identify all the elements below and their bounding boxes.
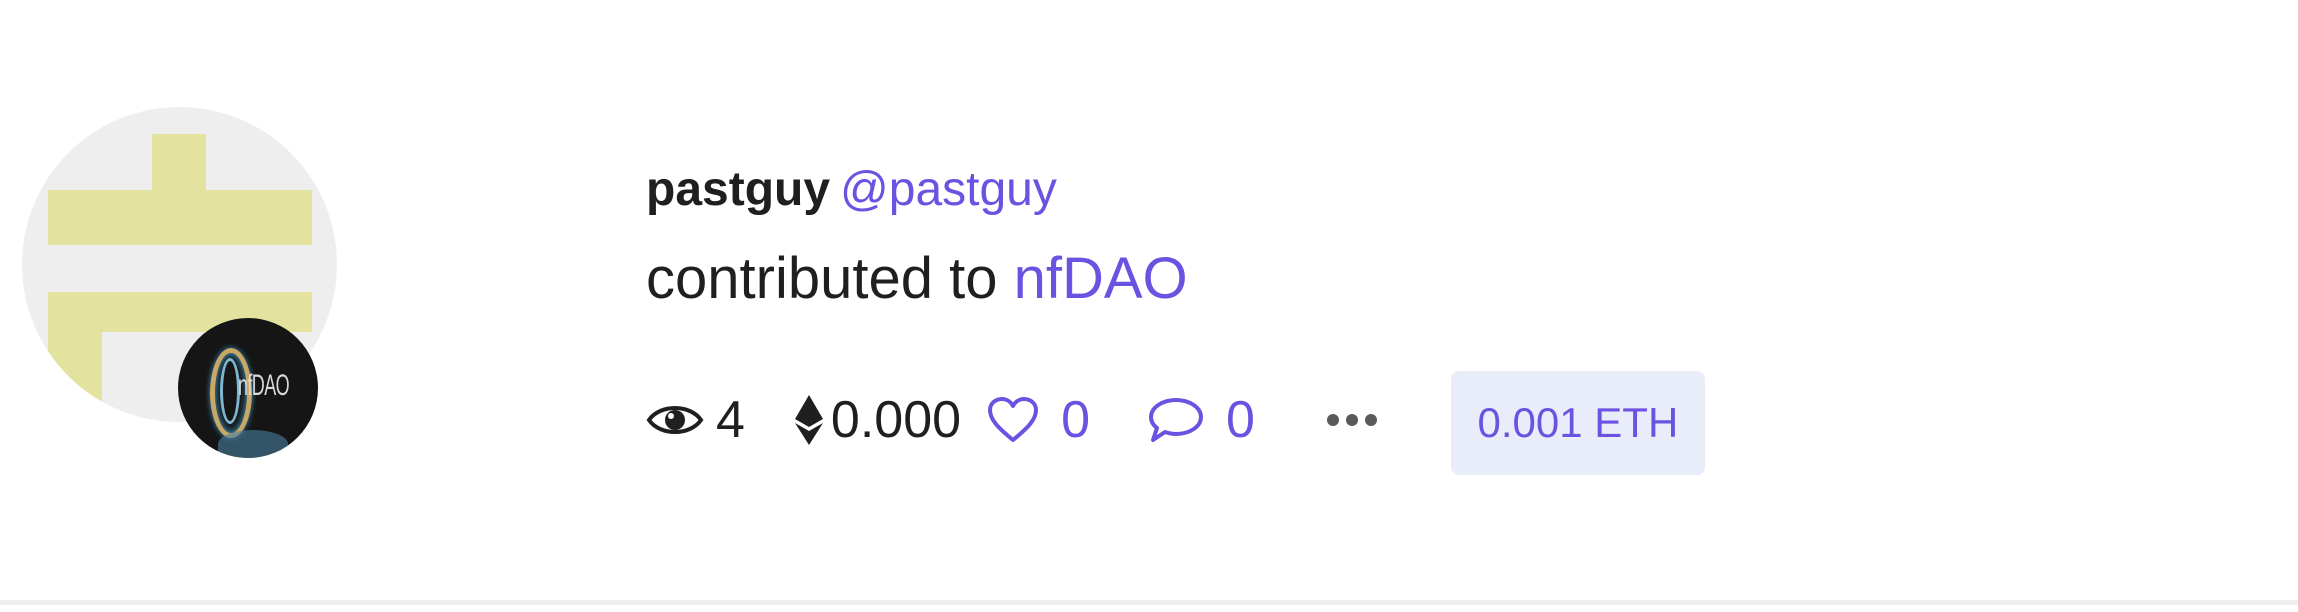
views-count: 4	[716, 391, 745, 449]
user-handle-link[interactable]: @pastguy	[840, 163, 1057, 216]
likes-count: 0	[1061, 391, 1090, 449]
target-project-link[interactable]: nfDAO	[1014, 246, 1188, 311]
user-line: pastguy @pastguy	[646, 160, 1057, 220]
speech-bubble-icon	[1148, 398, 1203, 442]
ethereum-icon	[794, 395, 823, 445]
badge-logo-text: nfDAO	[238, 369, 290, 402]
divider	[0, 600, 2298, 605]
views-stat: 4	[646, 384, 745, 456]
activity-description: contributed to nfDAO	[646, 244, 1188, 314]
project-badge-avatar[interactable]: nfDAO	[178, 318, 318, 458]
more-options-button[interactable]	[1325, 412, 1379, 428]
stats-bar: 4 0.000 0 0 0.001 ETH	[646, 371, 1705, 475]
feed-item: nfDAO pastguy @pastguy contributed to nfD…	[0, 0, 2298, 600]
heart-icon	[988, 397, 1039, 442]
eth-total-value: 0.000	[830, 391, 962, 449]
eth-total-stat: 0.000	[793, 384, 961, 456]
comment-button[interactable]: 0	[1148, 384, 1255, 456]
like-button[interactable]: 0	[987, 384, 1090, 456]
eye-icon	[646, 406, 704, 434]
price-tag[interactable]: 0.001 ETH	[1450, 371, 1705, 475]
action-verb: contributed to	[646, 246, 998, 311]
ellipsis-icon	[1326, 414, 1377, 426]
user-display-name[interactable]: pastguy	[646, 163, 830, 216]
comments-count: 0	[1225, 391, 1255, 449]
